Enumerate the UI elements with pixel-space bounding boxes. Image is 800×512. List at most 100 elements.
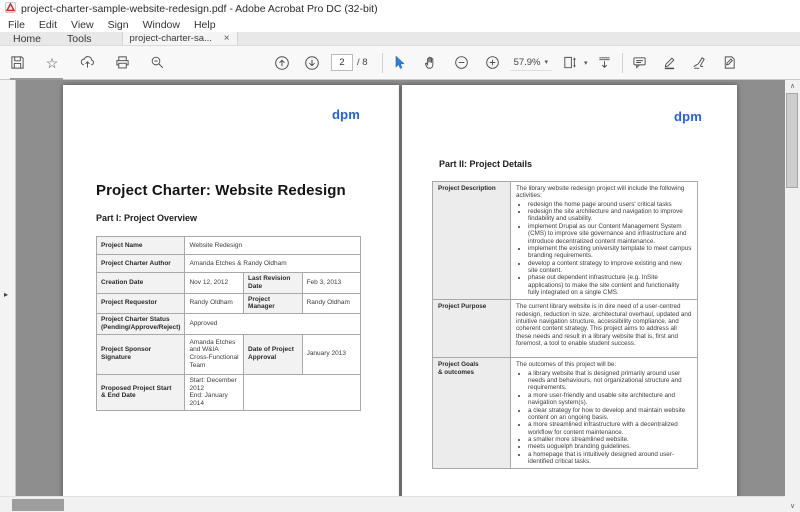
- scrolling-pages-icon: [599, 57, 610, 69]
- print-button[interactable]: [111, 50, 133, 76]
- nav-pane-expand-icon[interactable]: ▸: [4, 290, 8, 299]
- cell-label: Project Goals & outcomes: [432, 357, 511, 470]
- hand-icon: [425, 56, 434, 69]
- description-intro: The library website redesign project wil…: [516, 185, 685, 200]
- cell-value: The library website redesign project wil…: [510, 180, 698, 301]
- table-row: Project Charter Status (Pending/Approve/…: [95, 313, 361, 335]
- fill-sign-tool-button[interactable]: [689, 50, 711, 76]
- tab-tools[interactable]: Tools: [54, 32, 105, 45]
- pdf-page-right: dpm Part II: Project Details Project Des…: [402, 85, 737, 496]
- document-pen-icon: [724, 56, 735, 69]
- share-button[interactable]: [76, 50, 98, 76]
- title-bar: project-charter-sample-website-redesign.…: [0, 0, 800, 18]
- chevron-down-icon: ▾: [544, 59, 549, 66]
- cell-label: Creation Date: [95, 272, 186, 294]
- cell-label: Date of Project Approval: [243, 333, 303, 375]
- list-item: a more streamlined infrastructure with a…: [528, 421, 692, 436]
- list-item: redesign the home page around users' cri…: [528, 201, 692, 208]
- navigation-pane-strip[interactable]: ▸: [0, 80, 16, 496]
- menu-help[interactable]: Help: [194, 19, 216, 31]
- close-icon[interactable]: ×: [224, 33, 230, 44]
- table-row: Project Description The library website …: [432, 180, 698, 301]
- table-row: Project Name Website Redesign: [95, 236, 361, 255]
- star-icon: ☆: [45, 54, 59, 71]
- menu-window[interactable]: Window: [143, 19, 180, 31]
- select-tool-button[interactable]: [389, 50, 411, 76]
- page-number-input[interactable]: 2: [331, 54, 353, 71]
- cell-label: Project Sponsor Signature: [95, 333, 186, 375]
- table-row: Project Charter Author Amanda Etches & R…: [95, 254, 361, 273]
- cell-label: Project Charter Author: [95, 254, 186, 273]
- cell-value: Start: December 2012 End: January 2014: [184, 373, 245, 411]
- list-item: meets uoguelph branding guidelines.: [528, 443, 692, 450]
- scroll-up-icon[interactable]: ∧: [785, 82, 800, 90]
- cell-label: Project Charter Status (Pending/Approve/…: [95, 313, 186, 335]
- cell-label: Last Revision Date: [243, 272, 303, 294]
- signature-icon: [693, 57, 705, 69]
- zoom-level-dropdown[interactable]: 57.9% ▾: [509, 55, 553, 71]
- tab-home[interactable]: Home: [0, 32, 54, 45]
- document-title: Project Charter: Website Redesign: [96, 182, 346, 199]
- scroll-down-icon[interactable]: ∨: [785, 502, 800, 510]
- cell-value: Amanda Etches and W&IA Cross-Functional …: [184, 333, 245, 375]
- search-icon: [151, 56, 163, 69]
- cell-value: Feb 3, 2013: [301, 272, 362, 294]
- cell-value: January 2013: [301, 333, 362, 375]
- goals-bullet-list: a library website that is designed prima…: [516, 370, 692, 466]
- cell-value: Approved: [184, 313, 361, 335]
- chevron-down-icon[interactable]: ▾: [584, 59, 588, 67]
- list-item: a homepage that is intuitively designed …: [528, 451, 692, 466]
- cell-label: Project Description: [432, 180, 511, 301]
- vertical-scrollbar[interactable]: ∧ ∨: [785, 80, 800, 512]
- project-details-table: Project Description The library website …: [432, 180, 698, 470]
- scroll-mode-button[interactable]: [594, 50, 616, 76]
- hand-tool-button[interactable]: [420, 50, 442, 76]
- cell-label: Project Manager: [243, 292, 303, 315]
- comment-tool-button[interactable]: [629, 50, 651, 76]
- favorites-button[interactable]: ☆: [41, 50, 63, 76]
- menu-view[interactable]: View: [71, 19, 94, 31]
- zoom-out-button[interactable]: [451, 50, 473, 76]
- vertical-scrollbar-thumb[interactable]: [786, 93, 798, 188]
- table-row: Proposed Project Start & End Date Start:…: [95, 373, 361, 411]
- acrobat-icon: [5, 2, 16, 16]
- cell-value: The current library website is in dire n…: [510, 299, 698, 359]
- menu-sign[interactable]: Sign: [108, 19, 129, 31]
- horizontal-scrollbar-thumb[interactable]: [12, 499, 64, 511]
- cell-value: Website Redesign: [184, 236, 361, 255]
- document-area: ▸ dpm Project Charter: Website Redesign …: [0, 80, 800, 512]
- section-heading-part1: Part I: Project Overview: [96, 213, 198, 223]
- cell-value: The outcomes of this project will be: a …: [510, 357, 698, 470]
- cloud-upload-icon: [80, 56, 94, 68]
- highlight-tool-button[interactable]: [659, 50, 681, 76]
- table-row: Project Requestor Randy Oldham Project M…: [95, 292, 362, 315]
- find-button[interactable]: [146, 50, 168, 76]
- save-button[interactable]: [6, 50, 28, 76]
- tab-document[interactable]: project-charter-sa... ×: [121, 32, 238, 45]
- menu-file[interactable]: File: [8, 19, 25, 31]
- window-title: project-charter-sample-website-redesign.…: [21, 3, 378, 15]
- previous-page-button[interactable]: [271, 50, 293, 76]
- table-row: Creation Date Nov 12, 2012 Last Revision…: [95, 272, 362, 294]
- table-row: Project Sponsor Signature Amanda Etches …: [95, 333, 362, 375]
- plus-circle-icon: [486, 56, 499, 69]
- acrobat-window: project-charter-sample-website-redesign.…: [0, 0, 800, 512]
- page-count-label: / 8: [357, 57, 368, 68]
- pdf-page-left: dpm Project Charter: Website Redesign Pa…: [63, 85, 399, 496]
- zoom-in-button[interactable]: [482, 50, 504, 76]
- menu-edit[interactable]: Edit: [39, 19, 57, 31]
- next-page-button[interactable]: [301, 50, 323, 76]
- cell-label: Proposed Project Start & End Date: [95, 373, 186, 411]
- tab-document-label: project-charter-sa...: [129, 33, 212, 44]
- dpm-logo: dpm: [331, 107, 360, 122]
- request-signatures-button[interactable]: [719, 50, 741, 76]
- list-item: phase out dependent infrastructure (e.g.…: [528, 274, 692, 296]
- list-item: develop a content strategy to improve ex…: [528, 260, 692, 275]
- fit-page-icon: [563, 56, 576, 69]
- horizontal-scrollbar[interactable]: [0, 496, 785, 512]
- dpm-logo: dpm: [673, 109, 702, 124]
- list-item: a smaller more streamlined website.: [528, 436, 692, 443]
- save-icon: [10, 56, 24, 69]
- fit-page-button[interactable]: [558, 50, 580, 76]
- description-bullet-list: redesign the home page around users' cri…: [516, 201, 692, 297]
